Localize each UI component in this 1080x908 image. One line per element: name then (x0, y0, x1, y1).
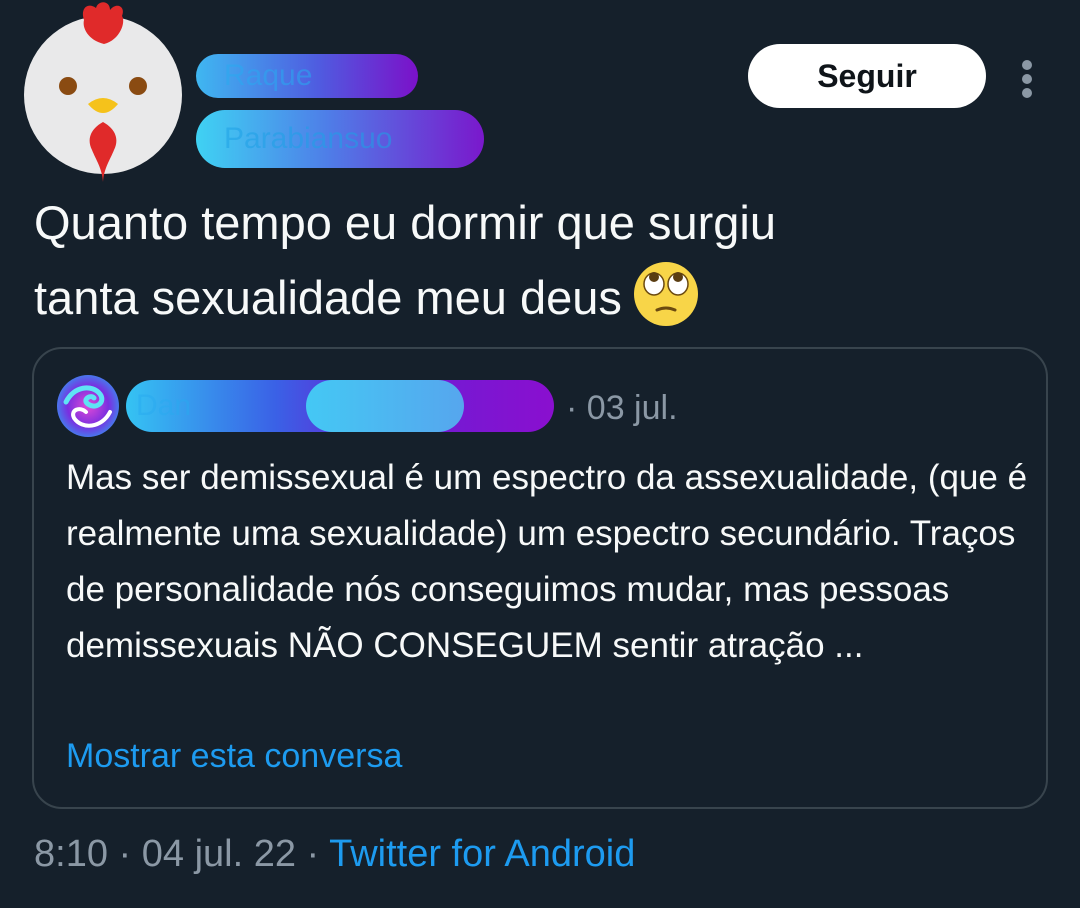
quoted-tweet-text: Mas ser demissexual é um espectro da ass… (66, 458, 1028, 665)
face-with-rolling-eyes-icon (633, 262, 698, 326)
tweet-text: Quanto tempo eu dormir que surgiu tanta … (34, 186, 1044, 335)
display-name[interactable]: Raque (196, 54, 418, 98)
tweet-time: 8:10 (34, 833, 108, 875)
quoted-author-avatar[interactable] (56, 374, 120, 438)
chicken-avatar-icon (24, 2, 182, 182)
user-handle[interactable]: Parabiansuo (196, 110, 484, 168)
tweet-text-line: Quanto tempo eu dormir que surgiu (34, 196, 776, 249)
tweet-text-line: tanta sexualidade meu deus (34, 260, 1044, 335)
separator: · (118, 833, 132, 875)
dot-icon (1022, 74, 1032, 84)
swirl-avatar-icon (57, 375, 119, 437)
tweet-meta: 8:10 · 04 jul. 22 · Twitter for Android (34, 830, 635, 878)
separator: · (306, 833, 320, 875)
quoted-author-name-blur (306, 380, 464, 432)
avatar[interactable] (22, 0, 184, 190)
show-thread-link[interactable]: Mostrar esta conversa (66, 734, 402, 778)
follow-button[interactable]: Seguir (748, 44, 986, 108)
more-options-button[interactable] (1008, 54, 1048, 100)
quoted-date-text: 03 jul. (586, 389, 678, 427)
tweet-text-line-2: tanta sexualidade meu deus (34, 271, 622, 324)
dot-icon (1022, 60, 1032, 70)
tweet-date: 04 jul. 22 (141, 833, 296, 875)
quoted-tweet-date: · 03 jul. (566, 386, 678, 430)
tweet-source-link[interactable]: Twitter for Android (329, 833, 635, 875)
separator: · (566, 389, 578, 427)
dot-icon (1022, 88, 1032, 98)
